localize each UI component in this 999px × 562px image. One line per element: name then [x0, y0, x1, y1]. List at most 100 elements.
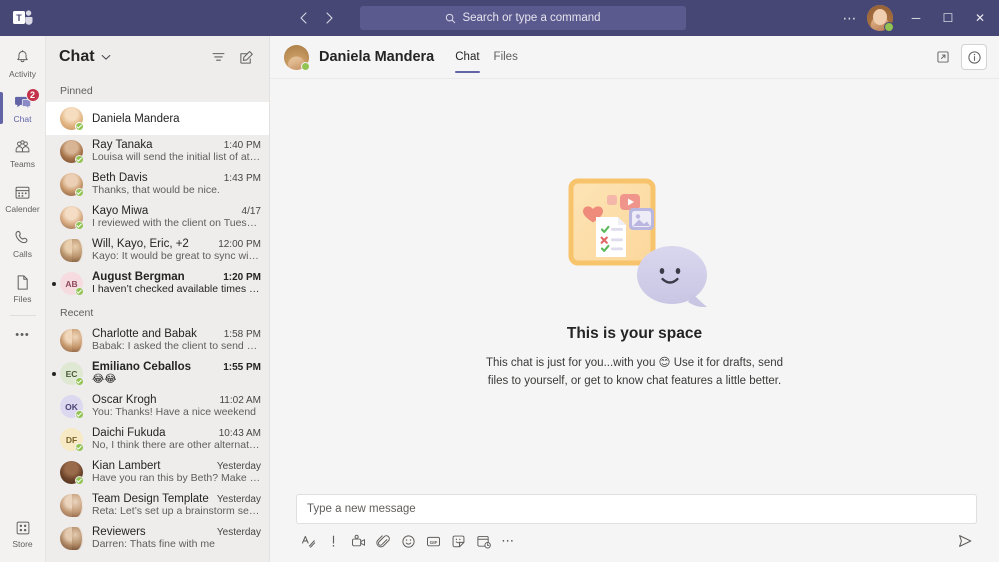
chat-list-item[interactable]: Daniela Mandera	[46, 102, 269, 135]
rail-item-files[interactable]: Files	[0, 267, 46, 309]
chat-item-line-top: August Bergman 1:20 PM	[92, 271, 261, 283]
pop-out-icon[interactable]	[930, 44, 956, 70]
chat-item-preview: Have you ran this by Beth? Make sure she…	[92, 472, 261, 484]
rail-label-calendar: Calender	[5, 203, 40, 214]
attach-icon[interactable]	[371, 529, 395, 553]
new-chat-icon[interactable]	[233, 44, 259, 70]
chat-item-timestamp: 1:58 PM	[223, 329, 261, 340]
chat-list-item[interactable]: Beth Davis 1:43 PM Thanks, that would be n…	[46, 168, 269, 201]
rail-divider	[9, 315, 36, 316]
rail-item-calendar[interactable]: Calender	[0, 177, 46, 219]
chat-list-item[interactable]: EC Emiliano Ceballos 1:55 PM 😂😂	[46, 357, 269, 390]
tab-files[interactable]: Files	[487, 36, 525, 79]
back-chevron-left-icon[interactable]	[292, 7, 314, 29]
chat-list-item[interactable]: DF Daichi Fukuda 10:43 AM No, I think there…	[46, 423, 269, 456]
avatar-group-split	[71, 329, 83, 352]
rail-item-calls[interactable]: Calls	[0, 222, 46, 264]
chat-list-scroll[interactable]: Pinned Daniela Mandera Ray Tanaka 1:40 PM Lo…	[46, 78, 269, 562]
chat-item-text: Oscar Krogh 11:02 AM You: Thanks! Have a n…	[92, 394, 261, 419]
chat-item-text: Will, Kayo, Eric, +2 12:00 PM Kayo: It wou…	[92, 238, 261, 263]
chat-item-line-top: Emiliano Ceballos 1:55 PM	[92, 361, 261, 373]
teams-app-window: T Search or type a command ⋯ ─ ☐ ✕ Activ…	[0, 0, 999, 562]
chat-list-item[interactable]: Kayo Miwa 4/17 I reviewed with the client …	[46, 201, 269, 234]
chat-list-item[interactable]: Charlotte and Babak 1:58 PM Babak: I asked…	[46, 324, 269, 357]
info-icon[interactable]	[961, 44, 987, 70]
presence-available-icon	[884, 22, 894, 32]
rail-label-teams: Teams	[9, 158, 36, 169]
chat-item-text: Kian Lambert Yesterday Have you ran this b…	[92, 460, 261, 485]
chat-item-preview: I reviewed with the client on Tuesda…	[92, 217, 261, 229]
conversation-header-actions	[930, 44, 987, 70]
chat-item-line-top: Beth Davis 1:43 PM	[92, 172, 261, 184]
rail-item-more[interactable]: •••	[0, 322, 46, 348]
chat-item-text: Kayo Miwa 4/17 I reviewed with the client …	[92, 205, 261, 230]
app-rail: Activity 2 Chat Teams Calender Calls Fil…	[0, 36, 46, 562]
chat-list-item[interactable]: Ray Tanaka 1:40 PM Louisa will send the in…	[46, 135, 269, 168]
filter-icon[interactable]	[205, 44, 231, 70]
settings-more-icon[interactable]: ⋯	[837, 5, 863, 31]
unread-indicator-dot	[52, 371, 56, 376]
maximize-button[interactable]: ☐	[933, 0, 963, 36]
tab-chat[interactable]: Chat	[448, 36, 486, 79]
emoji-icon[interactable]	[396, 529, 420, 553]
chat-group-label: Recent	[60, 307, 94, 319]
rail-item-activity[interactable]: Activity	[0, 42, 46, 84]
close-button[interactable]: ✕	[965, 0, 995, 36]
chat-list-item[interactable]: Will, Kayo, Eric, +2 12:00 PM Kayo: It wou…	[46, 234, 269, 267]
meet-now-icon[interactable]	[346, 529, 370, 553]
rail-item-teams[interactable]: Teams	[0, 132, 46, 174]
sticker-icon[interactable]	[446, 529, 470, 553]
chat-item-line-top: Daniela Mandera	[92, 113, 180, 125]
avatar[interactable]	[867, 5, 894, 32]
chat-list-item[interactable]: OK Oscar Krogh 11:02 AM You: Thanks! Have a…	[46, 390, 269, 423]
schedule-message-icon[interactable]	[471, 529, 495, 553]
chat-item-avatar	[60, 206, 84, 230]
conversation-title: Daniela Mandera	[319, 49, 435, 65]
chat-item-timestamp: Yesterday	[216, 494, 261, 505]
chat-unread-badge: 2	[25, 87, 40, 102]
chevron-down-icon[interactable]	[101, 54, 111, 61]
chat-list-pane: Chat Pinned Daniela Mandera Ray Tanaka 1:40…	[46, 36, 270, 562]
teams-people-icon	[13, 138, 32, 158]
rail-item-store[interactable]: Store	[0, 512, 46, 554]
forward-chevron-right-icon[interactable]	[318, 7, 340, 29]
chat-item-text: Daniela Mandera	[92, 113, 261, 125]
presence-available-icon	[301, 61, 310, 71]
chat-list-actions	[205, 44, 259, 70]
chat-list-item[interactable]: Team Design Template Yesterday Reta: Let’s…	[46, 489, 269, 522]
svg-text:GIF: GIF	[429, 539, 437, 544]
chat-list-item[interactable]: Kian Lambert Yesterday Have you ran this b…	[46, 456, 269, 489]
conversation-avatar	[284, 44, 310, 71]
chat-item-preview: I haven’t checked available times yet	[92, 283, 261, 295]
search-input[interactable]: Search or type a command	[360, 6, 686, 30]
conversation-tabs: Chat Files	[448, 36, 525, 79]
important-icon[interactable]	[321, 529, 345, 553]
store-icon	[15, 518, 31, 538]
chat-list-item[interactable]: AB August Bergman 1:20 PM I haven’t checked…	[46, 267, 269, 300]
chat-item-line-top: Will, Kayo, Eric, +2 12:00 PM	[92, 238, 261, 250]
title-bar: T Search or type a command ⋯ ─ ☐ ✕	[0, 0, 999, 36]
send-icon[interactable]	[953, 529, 977, 553]
format-text-icon[interactable]	[296, 529, 320, 553]
more-apps-icon: •••	[15, 329, 30, 341]
chat-item-preview: 😂😂	[92, 373, 117, 385]
chat-item-name: Daichi Fukuda	[92, 427, 166, 439]
chat-item-name: Team Design Template	[92, 493, 209, 505]
chat-item-avatar	[60, 527, 83, 550]
giphy-icon[interactable]: GIF	[421, 529, 445, 553]
rail-label-files: Files	[13, 293, 32, 304]
rail-item-chat[interactable]: 2 Chat	[0, 87, 46, 129]
empty-state-title: This is your space	[566, 325, 703, 342]
chat-item-avatar: DF	[60, 428, 84, 452]
minimize-button[interactable]: ─	[901, 0, 931, 36]
chat-item-timestamp: 1:43 PM	[223, 173, 261, 184]
more-options-icon[interactable]: ⋯	[496, 529, 520, 553]
presence-available-icon	[75, 122, 84, 131]
chat-list-item[interactable]: Reviewers Yesterday Darren: Thats fine wit…	[46, 522, 269, 555]
presence-available-icon	[75, 476, 84, 485]
chat-item-name: Oscar Krogh	[92, 394, 157, 406]
search-icon	[445, 13, 456, 24]
message-input[interactable]: Type a new message	[296, 494, 977, 524]
empty-state: This is your space This chat is just for…	[270, 79, 999, 494]
chat-item-name: Will, Kayo, Eric, +2	[92, 238, 189, 250]
